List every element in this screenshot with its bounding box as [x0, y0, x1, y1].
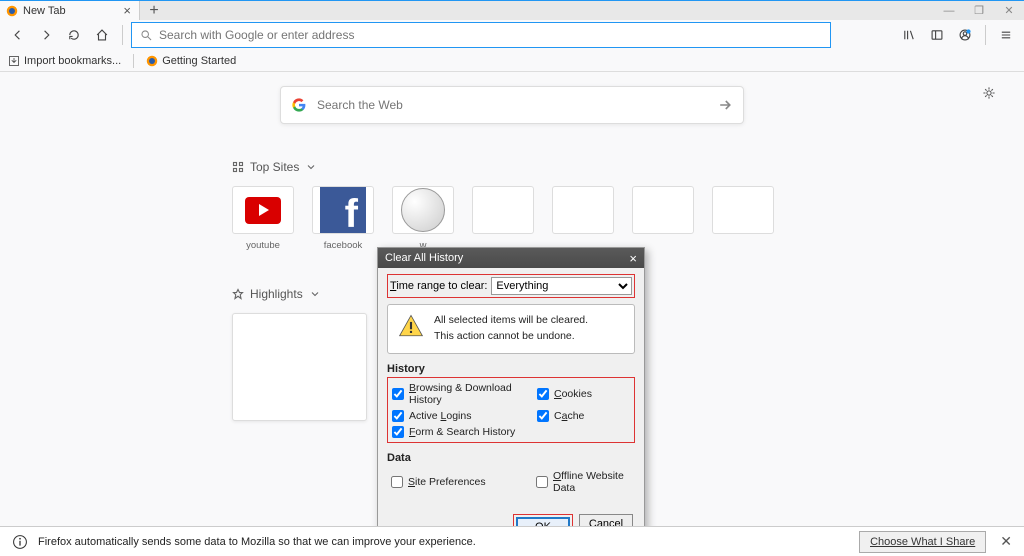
- wikipedia-icon: [401, 188, 445, 232]
- tab-title: New Tab: [23, 5, 116, 17]
- bm-started-label: Getting Started: [162, 55, 236, 67]
- youtube-icon: [245, 197, 281, 224]
- history-checkbox-group: Browsing & Download History Cookies Acti…: [387, 377, 635, 443]
- tile-wikipedia[interactable]: w: [392, 186, 454, 251]
- highlight-card[interactable]: [232, 313, 367, 421]
- warning-box: All selected items will be cleared. This…: [387, 304, 635, 354]
- cb-active-logins[interactable]: Active Logins: [392, 410, 537, 422]
- dialog-title: Clear All History: [385, 252, 629, 264]
- web-search-box[interactable]: [280, 86, 744, 124]
- data-checkbox-group: Site Preferences Offline Website Data: [387, 466, 635, 498]
- title-bar: New Tab × + — ❐ ✕: [0, 0, 1024, 20]
- navigation-bar: [0, 20, 1024, 50]
- google-icon: [291, 97, 307, 113]
- facebook-icon: [320, 187, 366, 233]
- cb-offline-data[interactable]: Offline Website Data: [536, 470, 626, 494]
- highlights-label: Highlights: [250, 287, 303, 301]
- warn-line2: This action cannot be undone.: [434, 329, 588, 345]
- account-button[interactable]: [953, 23, 977, 47]
- reload-button[interactable]: [62, 23, 86, 47]
- menu-button[interactable]: [994, 23, 1018, 47]
- chevron-down-icon: [309, 288, 321, 300]
- warning-icon: [398, 313, 424, 339]
- forward-button[interactable]: [34, 23, 58, 47]
- grid-icon: [232, 161, 244, 173]
- info-icon: [12, 534, 28, 550]
- bm-import-label: Import bookmarks...: [24, 55, 121, 67]
- banner-close-icon[interactable]: ✕: [1000, 533, 1012, 550]
- cb-cache[interactable]: Cache: [537, 410, 627, 422]
- privacy-banner: Firefox automatically sends some data to…: [0, 526, 1024, 556]
- highlights-icon: [232, 288, 244, 300]
- customize-button[interactable]: [982, 86, 996, 103]
- library-button[interactable]: [897, 23, 921, 47]
- time-range-select[interactable]: Everything: [491, 277, 632, 295]
- dialog-title-bar[interactable]: Clear All History ×: [378, 248, 644, 268]
- top-sites-label: Top Sites: [250, 160, 299, 174]
- import-bookmarks-button[interactable]: Import bookmarks...: [8, 55, 121, 67]
- search-icon: [140, 29, 153, 42]
- home-button[interactable]: [90, 23, 114, 47]
- tile-blank[interactable]: [552, 186, 614, 251]
- clear-history-dialog: Clear All History × Time range to clear:…: [377, 247, 645, 532]
- choose-share-button[interactable]: Choose What I Share: [859, 531, 986, 553]
- cb-form-search[interactable]: Form & Search History: [392, 426, 537, 438]
- tile-youtube[interactable]: youtube: [232, 186, 294, 251]
- back-button[interactable]: [6, 23, 30, 47]
- dialog-close-icon[interactable]: ×: [629, 251, 637, 266]
- browser-tab[interactable]: New Tab ×: [0, 1, 140, 20]
- maximize-button[interactable]: ❐: [964, 1, 994, 20]
- url-input[interactable]: [159, 28, 822, 42]
- history-group-label: History: [387, 363, 635, 375]
- minimize-button[interactable]: —: [934, 1, 964, 20]
- cb-browsing[interactable]: Browsing & Download History: [392, 382, 537, 406]
- close-window-button[interactable]: ✕: [994, 1, 1024, 20]
- tab-close-icon[interactable]: ×: [121, 3, 133, 18]
- banner-text: Firefox automatically sends some data to…: [38, 536, 859, 548]
- url-bar[interactable]: [131, 22, 831, 48]
- firefox-icon: [6, 5, 18, 17]
- tile-blank[interactable]: [472, 186, 534, 251]
- tile-blank[interactable]: [632, 186, 694, 251]
- chevron-down-icon: [305, 161, 317, 173]
- cb-site-prefs[interactable]: Site Preferences: [391, 470, 536, 494]
- bookmarks-toolbar: Import bookmarks... Getting Started: [0, 50, 1024, 72]
- tile-facebook[interactable]: facebook: [312, 186, 374, 251]
- time-range-row: Time range to clear: Everything: [387, 274, 635, 298]
- warn-line1: All selected items will be cleared.: [434, 313, 588, 329]
- new-tab-button[interactable]: +: [140, 1, 168, 20]
- web-search-input[interactable]: [317, 98, 717, 112]
- import-icon: [8, 55, 20, 67]
- time-range-label: Time range to clear:: [390, 280, 487, 292]
- cb-cookies[interactable]: Cookies: [537, 382, 627, 406]
- data-group-label: Data: [387, 452, 635, 464]
- tile-blank[interactable]: [712, 186, 774, 251]
- page-content: Top Sites youtube facebook w Highligh: [0, 72, 1024, 532]
- submit-search-icon[interactable]: [717, 97, 733, 113]
- top-sites-tiles: youtube facebook w: [232, 186, 792, 251]
- firefox-icon: [146, 55, 158, 67]
- getting-started-bookmark[interactable]: Getting Started: [146, 55, 236, 67]
- top-sites-header[interactable]: Top Sites: [232, 160, 792, 174]
- sidebar-button[interactable]: [925, 23, 949, 47]
